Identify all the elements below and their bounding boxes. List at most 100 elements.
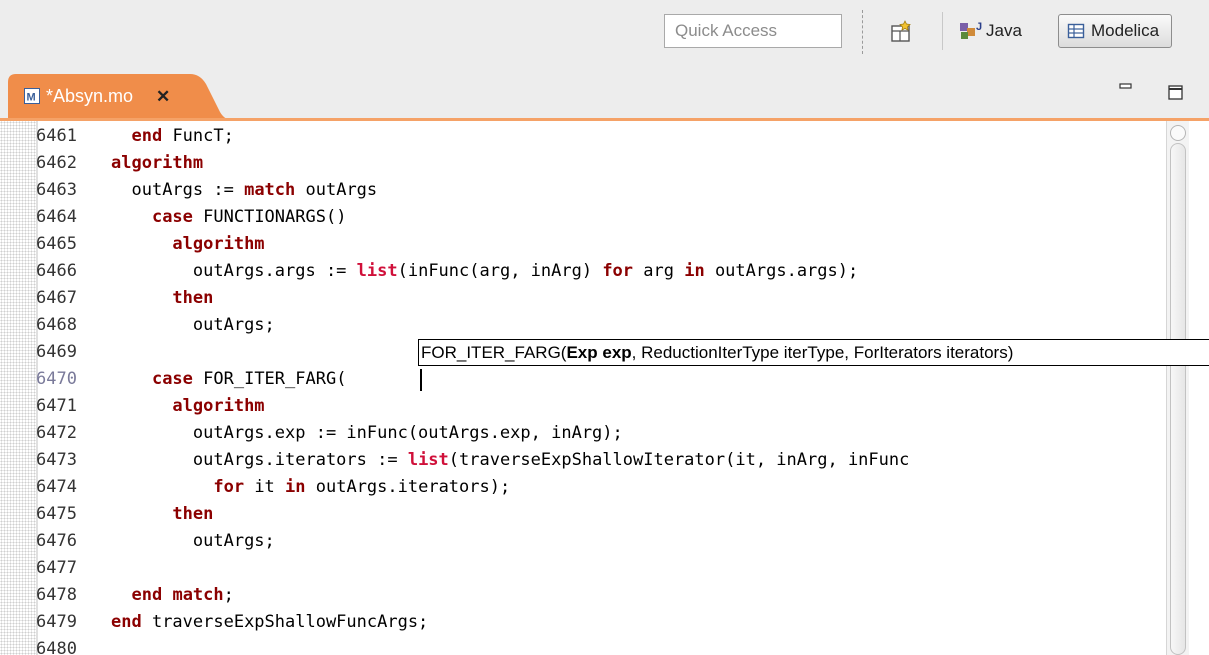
tooltip-highlight: Exp exp: [566, 343, 632, 362]
keyword-token: end: [111, 612, 142, 632]
keyword-token: case: [151, 207, 193, 227]
code-line[interactable]: 6474 for it in outArgs.iterators);: [0, 474, 1165, 501]
code-token: outArgs :=: [131, 180, 245, 200]
quick-access-field[interactable]: [664, 14, 842, 48]
line-number: 6471: [36, 396, 77, 416]
code-line[interactable]: 6467 then: [0, 285, 1165, 312]
code-line[interactable]: 6471 algorithm: [0, 393, 1165, 420]
minimize-icon[interactable]: [1117, 78, 1135, 94]
scrollbar-thumb[interactable]: [1170, 143, 1186, 655]
builtin-token: list: [356, 261, 398, 281]
code-line[interactable]: 6466 outArgs.args := list(inFunc(arg, in…: [0, 258, 1165, 285]
modelica-perspective-icon: [1067, 22, 1085, 40]
code-text: then: [111, 285, 213, 312]
line-number: 6477: [36, 558, 77, 578]
editor-tab-absyn[interactable]: M *Absyn.mo ✕: [8, 72, 236, 122]
keyword-token: end: [131, 585, 163, 605]
editor-tab-title: *Absyn.mo: [46, 86, 134, 106]
close-tab-icon[interactable]: ✕: [156, 87, 170, 107]
quick-access-input[interactable]: [665, 15, 841, 47]
code-editor[interactable]: 6461 end FuncT; 6462 algorithm 6463 outArgs…: [0, 121, 1209, 655]
tooltip-prefix: FOR_ITER_FARG(: [421, 343, 567, 362]
line-number: 6472: [36, 423, 77, 443]
keyword-token: for: [602, 261, 634, 281]
code-token: outArgs.iterators);: [305, 477, 511, 497]
code-text: outArgs.exp := inFunc(outArgs.exp, inArg…: [111, 420, 623, 447]
maximize-icon[interactable]: [1167, 84, 1185, 102]
vertical-scrollbar[interactable]: [1166, 121, 1189, 655]
code-line[interactable]: 6464 case FUNCTIONARGS(): [0, 204, 1165, 231]
line-number: 6470: [36, 369, 77, 389]
content-assist-tooltip: FOR_ITER_FARG(Exp exp, ReductionIterType…: [418, 339, 1209, 366]
scroll-up-icon[interactable]: [1170, 125, 1186, 141]
code-line[interactable]: 6465 algorithm: [0, 231, 1165, 258]
code-token: outArgs.exp := inFunc(outArgs.exp, inArg…: [192, 423, 623, 443]
code-line[interactable]: 6473 outArgs.iterators := list(traverseE…: [0, 447, 1165, 474]
keyword-token: then: [172, 288, 214, 308]
keyword-token: algorithm: [172, 396, 265, 416]
line-number: 6473: [36, 450, 77, 470]
keyword-token: algorithm: [172, 234, 265, 254]
modelica-file-icon: M: [24, 88, 40, 104]
code-token: traverseExpShallowFuncArgs;: [141, 612, 429, 632]
code-token: outArgs.args :=: [192, 261, 357, 281]
line-number: 6465: [36, 234, 77, 254]
code-line[interactable]: 6468 outArgs;: [0, 312, 1165, 339]
java-perspective-icon: J: [958, 19, 986, 43]
text-caret: [420, 369, 422, 391]
code-text: case FUNCTIONARGS(): [111, 204, 346, 231]
code-text: for it in outArgs.iterators);: [111, 474, 510, 501]
line-number: 6467: [36, 288, 77, 308]
java-perspective-button[interactable]: J Java: [958, 14, 1048, 48]
line-number: 6476: [36, 531, 77, 551]
line-number: 6468: [36, 315, 77, 335]
toolbar-separator: [862, 10, 863, 54]
code-text: outArgs;: [111, 528, 275, 555]
code-token: FOR_ITER_FARG(: [192, 369, 347, 389]
code-line[interactable]: 6479 end traverseExpShallowFuncArgs;: [0, 609, 1165, 636]
line-number: 6469: [36, 342, 77, 362]
code-line[interactable]: 6477: [0, 555, 1165, 582]
code-text: algorithm: [111, 231, 265, 258]
keyword-token: in: [285, 477, 306, 497]
code-line[interactable]: 6462 algorithm: [0, 150, 1165, 177]
code-text: end traverseExpShallowFuncArgs;: [111, 609, 428, 636]
code-line[interactable]: 6478 end match;: [0, 582, 1165, 609]
line-number: 6463: [36, 180, 77, 200]
toolbar-separator: [942, 12, 943, 50]
code-lines[interactable]: 6461 end FuncT; 6462 algorithm 6463 outArgs…: [0, 123, 1165, 655]
code-text: algorithm: [111, 150, 203, 177]
code-token: outArgs.iterators :=: [192, 450, 408, 470]
code-line[interactable]: 6480: [0, 636, 1165, 655]
svg-text:M: M: [27, 92, 36, 104]
line-number: 6479: [36, 612, 77, 632]
code-line[interactable]: 6475 then: [0, 501, 1165, 528]
code-token: arg: [633, 261, 685, 281]
code-text: outArgs := match outArgs: [111, 177, 377, 204]
code-token: FUNCTIONARGS(): [192, 207, 347, 227]
open-perspective-icon[interactable]: [890, 20, 914, 44]
code-line[interactable]: 6470 case FOR_ITER_FARG(: [0, 366, 1165, 393]
line-number: 6475: [36, 504, 77, 524]
line-number: 6478: [36, 585, 77, 605]
code-line[interactable]: 6461 end FuncT;: [0, 123, 1165, 150]
code-token: outArgs;: [192, 315, 275, 335]
code-line[interactable]: 6476 outArgs;: [0, 528, 1165, 555]
java-perspective-label: Java: [986, 21, 1022, 40]
code-token: outArgs.args);: [704, 261, 859, 281]
keyword-token: case: [151, 369, 193, 389]
code-line[interactable]: 6463 outArgs := match outArgs: [0, 177, 1165, 204]
svg-text:J: J: [976, 21, 982, 33]
modelica-perspective-button[interactable]: Modelica: [1058, 14, 1172, 48]
code-line[interactable]: 6472 outArgs.exp := inFunc(outArgs.exp, …: [0, 420, 1165, 447]
code-token: ;: [223, 585, 234, 605]
